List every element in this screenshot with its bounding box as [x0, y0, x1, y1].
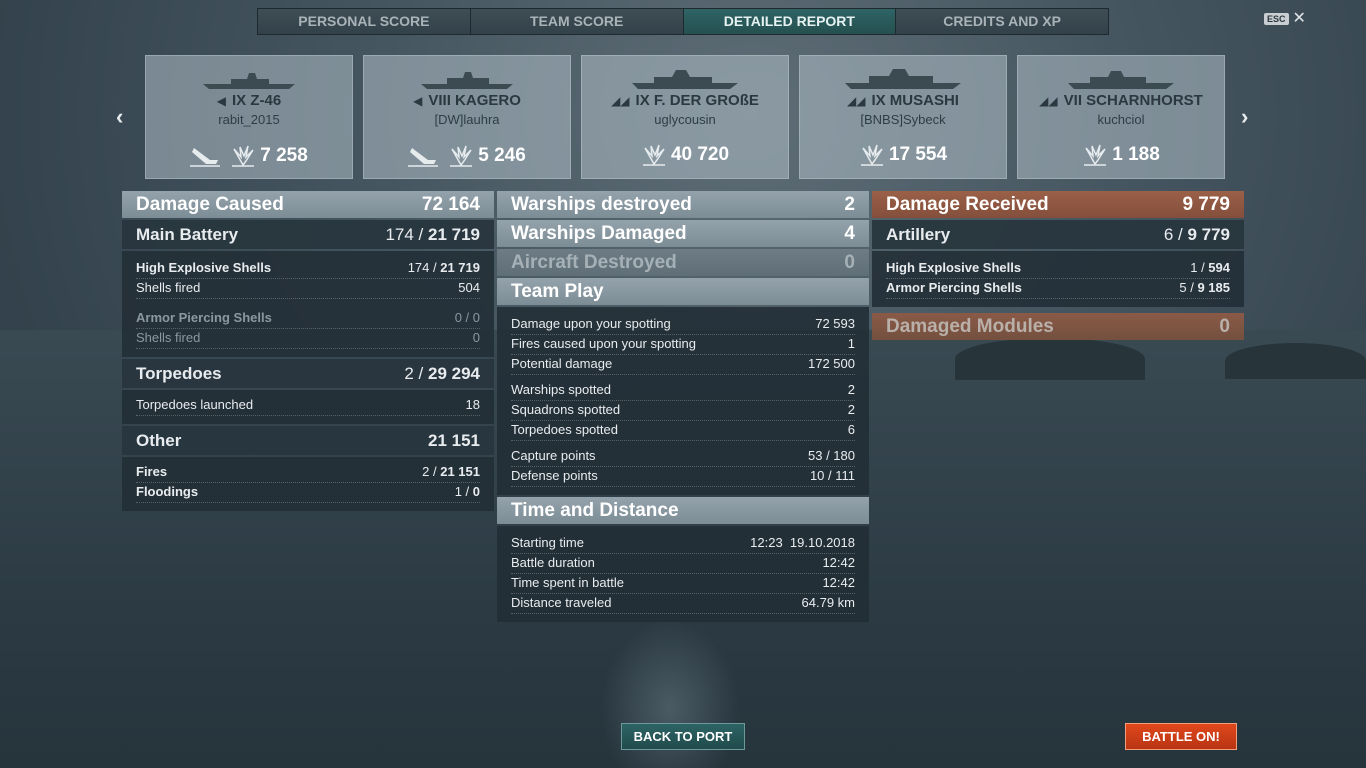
back-to-port-button[interactable]: BACK TO PORT	[621, 723, 745, 750]
player-name: uglycousin	[654, 112, 716, 127]
player-name: [BNBS]Sybeck	[860, 112, 946, 127]
card-stats: 40 720	[582, 144, 788, 166]
aircraft-destroyed-header: Aircraft Destroyed 0	[497, 249, 869, 276]
chevron-right-icon[interactable]: ›	[1241, 104, 1248, 130]
damage-received-header: Damage Received 9 779	[872, 191, 1244, 218]
damaged-modules-header: Damaged Modules 0	[872, 313, 1244, 340]
stat-row: Fires 2 / 21 151	[136, 463, 480, 483]
ship-name: ◢◢ IX MUSASHI	[847, 92, 959, 109]
esc-key-label: ESC	[1264, 13, 1289, 25]
ship-silhouette-icon	[632, 70, 738, 89]
damage-received-panel: Damage Received 9 779 Artillery 6 / 9 779 …	[872, 191, 1244, 342]
stat-row: Defense points 10 / 111	[511, 467, 855, 487]
damage-burst-icon	[450, 145, 473, 167]
damage-caused-header: Damage Caused 72 164	[122, 191, 494, 218]
card-stats: 17 554	[800, 144, 1006, 166]
ship-name: ◀ VIII KAGERO	[413, 92, 521, 109]
damage-burst-icon	[642, 144, 665, 166]
stat-row: High Explosive Shells 174 / 21 719	[136, 259, 480, 279]
tab-personal-score[interactable]: PERSONAL SCORE	[258, 9, 471, 34]
tab-detailed-report[interactable]: DETAILED REPORT	[683, 9, 897, 34]
sunk-ship-icon	[190, 148, 221, 167]
damage-burst-icon	[860, 144, 883, 166]
destroyer-icon: ◀	[413, 93, 423, 108]
card-stats: 1 188	[1018, 144, 1224, 166]
damage-burst-icon	[1084, 144, 1107, 166]
battleship-icon: ◢◢	[611, 93, 630, 108]
ship-card[interactable]: ◢◢ IX F. DER GROßE uglycousin 40 720	[581, 55, 789, 179]
battleship-icon: ◢◢	[1039, 93, 1058, 108]
player-name: kuchciol	[1097, 112, 1145, 127]
stat-row: Floodings 1 / 0	[136, 483, 480, 503]
ship-silhouette-icon	[1068, 71, 1174, 89]
background-island	[1225, 343, 1366, 379]
tab-credits-and-xp[interactable]: CREDITS AND XP	[896, 9, 1108, 34]
close-icon: ✕	[1292, 10, 1306, 27]
stat-row: Shells fired 504	[136, 279, 480, 299]
stat-row: High Explosive Shells 1 / 594	[886, 259, 1230, 279]
ship-silhouette-icon	[845, 69, 961, 89]
sunk-ship-icon	[408, 148, 439, 167]
ship-name: ◢◢ IX F. DER GROßE	[611, 92, 759, 109]
battle-on-button[interactable]: BATTLE ON!	[1125, 723, 1237, 750]
other-header: Other 21 151	[122, 426, 494, 455]
artillery-details: High Explosive Shells 1 / 594 Armor Pierc…	[872, 251, 1244, 307]
ship-card[interactable]: ◀ IX Z-46 rabit_2015 7 258	[145, 55, 353, 179]
damage-burst-icon	[232, 145, 255, 167]
ship-silhouette-icon	[421, 72, 513, 89]
stat-row: Torpedoes spotted 6	[511, 421, 855, 441]
damage-caused-panel: Damage Caused 72 164 Main Battery 174 / 21…	[122, 191, 494, 513]
ship-name: ◀ IX Z-46	[216, 92, 282, 109]
close-button[interactable]: ESC ✕	[1264, 10, 1306, 27]
stat-row: Damage upon your spotting 72 593	[511, 315, 855, 335]
stat-row: Armor Piercing Shells 5 / 9 185	[886, 279, 1230, 299]
card-stats: 5 246	[364, 144, 570, 168]
warships-panel: Warships destroyed 2 Warships Damaged 4 Ai…	[497, 191, 869, 624]
stat-row: Distance traveled 64.79 km	[511, 594, 855, 614]
background-island	[955, 338, 1145, 380]
stat-row: Fires caused upon your spotting 1	[511, 335, 855, 355]
player-name: [DW]lauhra	[434, 112, 500, 127]
artillery-header: Artillery 6 / 9 779	[872, 220, 1244, 249]
main-battery-header: Main Battery 174 / 21 719	[122, 220, 494, 249]
battleship-icon: ◢◢	[847, 93, 866, 108]
warships-damaged-header: Warships Damaged 4	[497, 220, 869, 247]
ship-card[interactable]: ◢◢ VII SCHARNHORST kuchciol 1 188	[1017, 55, 1225, 179]
stat-row: Shells fired 0	[136, 329, 480, 349]
time-distance-header: Time and Distance	[497, 497, 869, 524]
torpedoes-details: Torpedoes launched 18	[122, 390, 494, 424]
time-distance-details: Starting time 12:23 19.10.2018 Battle dur…	[497, 526, 869, 622]
stat-row: Potential damage 172 500	[511, 355, 855, 375]
other-details: Fires 2 / 21 151 Floodings 1 / 0	[122, 457, 494, 511]
main-battery-details: High Explosive Shells 174 / 21 719 Shells…	[122, 251, 494, 357]
chevron-left-icon[interactable]: ‹	[116, 104, 123, 130]
ship-silhouette-icon	[203, 73, 295, 89]
tab-bar: PERSONAL SCORE TEAM SCORE DETAILED REPOR…	[257, 8, 1109, 35]
stat-row: Battle duration 12:42	[511, 554, 855, 574]
team-play-details: Damage upon your spotting 72 593 Fires ca…	[497, 307, 869, 495]
ship-name: ◢◢ VII SCHARNHORST	[1039, 92, 1203, 109]
stat-row: Squadrons spotted 2	[511, 401, 855, 421]
team-play-header: Team Play	[497, 278, 869, 305]
card-stats: 7 258	[146, 144, 352, 168]
torpedoes-header: Torpedoes 2 / 29 294	[122, 359, 494, 388]
ship-card[interactable]: ◢◢ IX MUSASHI [BNBS]Sybeck 17 554	[799, 55, 1007, 179]
tab-team-score[interactable]: TEAM SCORE	[470, 9, 684, 34]
ship-cards: ◀ IX Z-46 rabit_2015 7 258 ◀ VIII KAGERO […	[145, 55, 1225, 179]
stat-row: Time spent in battle 12:42	[511, 574, 855, 594]
player-name: rabit_2015	[218, 112, 280, 127]
stat-row: Capture points 53 / 180	[511, 447, 855, 467]
stat-row: Starting time 12:23 19.10.2018	[511, 534, 855, 554]
destroyer-icon: ◀	[216, 93, 227, 108]
warships-destroyed-header: Warships destroyed 2	[497, 191, 869, 218]
stat-row: Warships spotted 2	[511, 381, 855, 401]
stat-row: Torpedoes launched 18	[136, 396, 480, 416]
stat-row: Armor Piercing Shells 0 / 0	[136, 309, 480, 329]
ship-card[interactable]: ◀ VIII KAGERO [DW]lauhra 5 246	[363, 55, 571, 179]
